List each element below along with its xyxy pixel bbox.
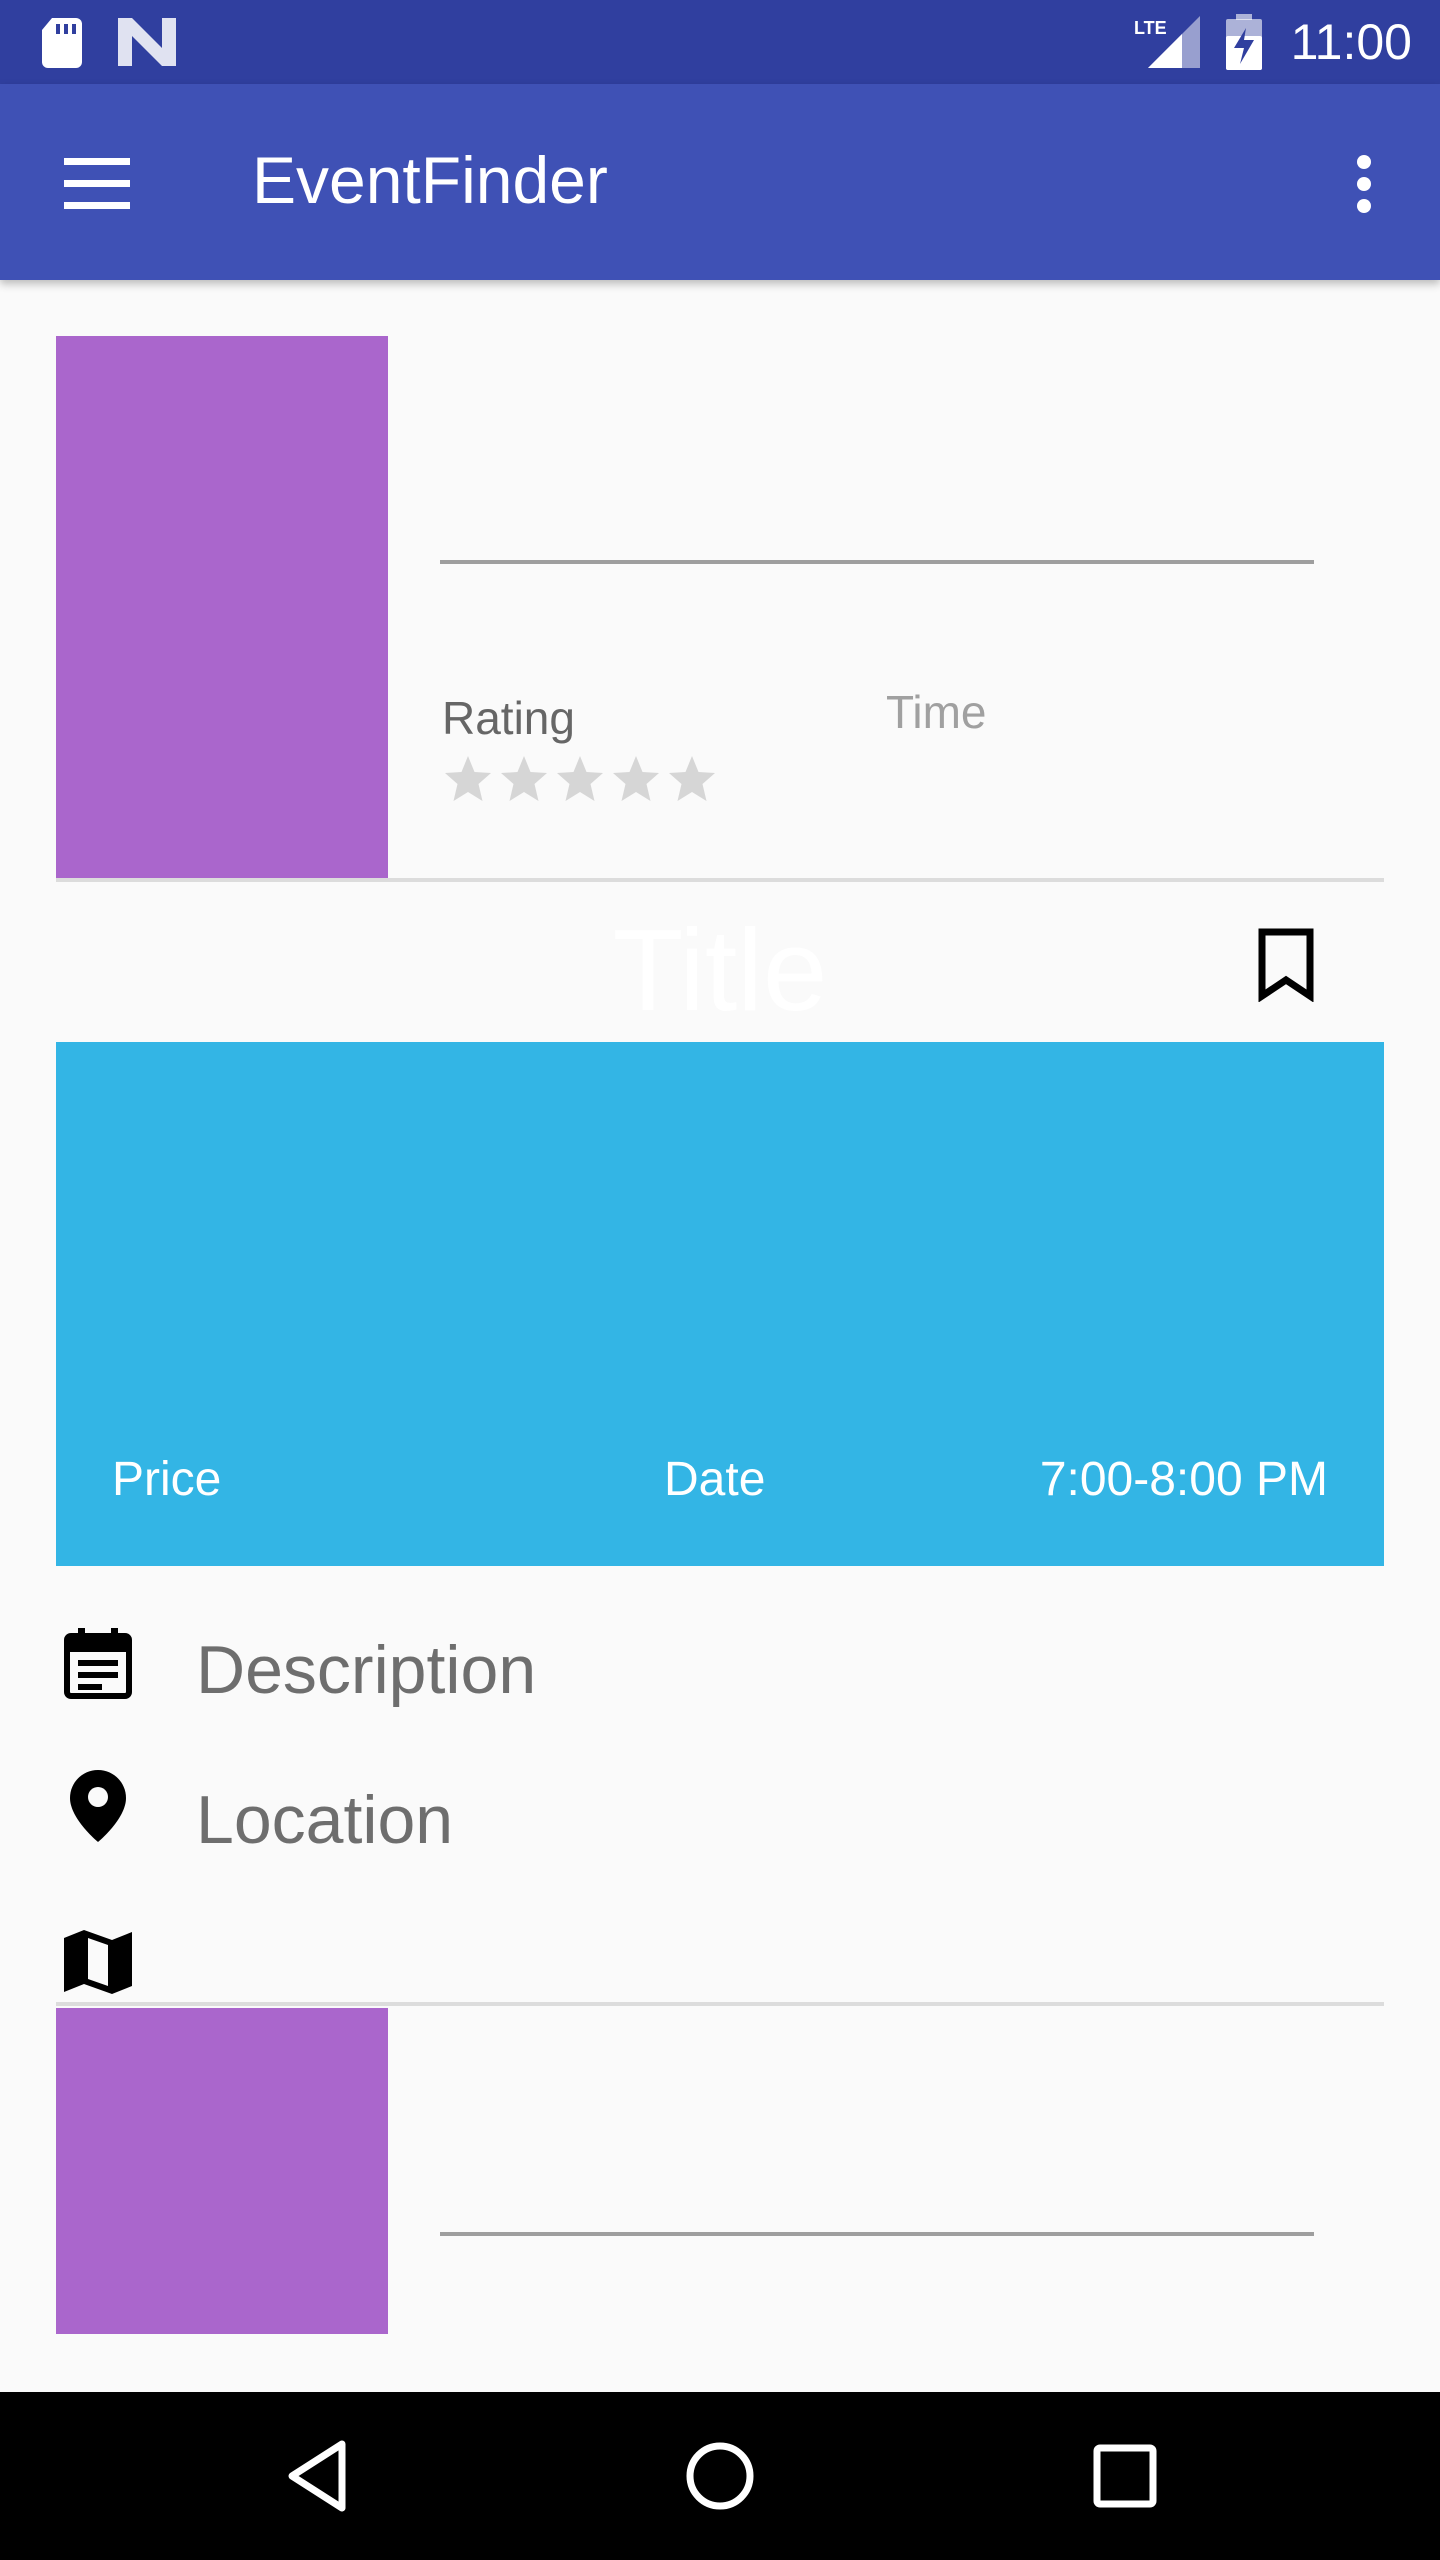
n-logo-icon: [118, 18, 176, 66]
more-vert-icon: [1357, 155, 1371, 213]
overflow-menu-button[interactable]: [1330, 144, 1398, 224]
divider: [56, 2002, 1384, 2006]
rating-stars: [445, 756, 715, 801]
rating-bar[interactable]: [442, 752, 732, 813]
sd-card-icon: [42, 18, 82, 68]
date-label: Date: [664, 1453, 766, 1506]
event-image[interactable]: [56, 2008, 388, 2334]
status-bar: LTE 11:00: [0, 0, 1440, 84]
map-icon[interactable]: [64, 1930, 132, 1994]
star-icon: [669, 756, 715, 801]
event-banner: Price Date 7:00-8:00 PM: [56, 1042, 1384, 1566]
event-name-field[interactable]: [440, 336, 1314, 564]
status-time: 11:00: [1290, 14, 1412, 70]
location-text: Location: [196, 1782, 454, 1858]
event-image[interactable]: [56, 336, 388, 878]
star-icon: [501, 756, 547, 801]
app-bar: EventFinder: [0, 84, 1440, 280]
star-icon: [557, 756, 603, 801]
lte-signal-icon: LTE: [1134, 16, 1200, 68]
battery-charging-icon: [1226, 14, 1262, 70]
time-label: Time: [886, 686, 987, 738]
event-name-field[interactable]: [440, 2008, 1314, 2236]
recents-button[interactable]: [1082, 2432, 1168, 2520]
svg-text:LTE: LTE: [1134, 18, 1167, 38]
back-icon: [288, 2440, 346, 2512]
bookmark-button[interactable]: [1252, 928, 1320, 1003]
location-pin-icon: [70, 1770, 126, 1842]
home-button[interactable]: [680, 2432, 760, 2520]
rating-label: Rating: [442, 692, 575, 744]
bookmark-border-icon: [1258, 928, 1314, 1003]
app-title: EventFinder: [252, 143, 608, 217]
divider: [56, 878, 1384, 882]
home-icon: [686, 2442, 754, 2510]
hamburger-menu-icon: [64, 158, 130, 209]
calendar-icon: [64, 1628, 132, 1699]
menu-button[interactable]: [52, 144, 142, 224]
back-button[interactable]: [276, 2432, 358, 2520]
star-icon: [445, 756, 491, 801]
time-range-label: 7:00-8:00 PM: [1039, 1453, 1328, 1506]
description-text: Description: [196, 1632, 537, 1708]
recents-icon: [1093, 2444, 1157, 2508]
price-label: Price: [112, 1453, 222, 1506]
event-title: Title: [612, 905, 828, 1035]
navigation-bar: [0, 2392, 1440, 2560]
star-icon: [613, 756, 659, 801]
